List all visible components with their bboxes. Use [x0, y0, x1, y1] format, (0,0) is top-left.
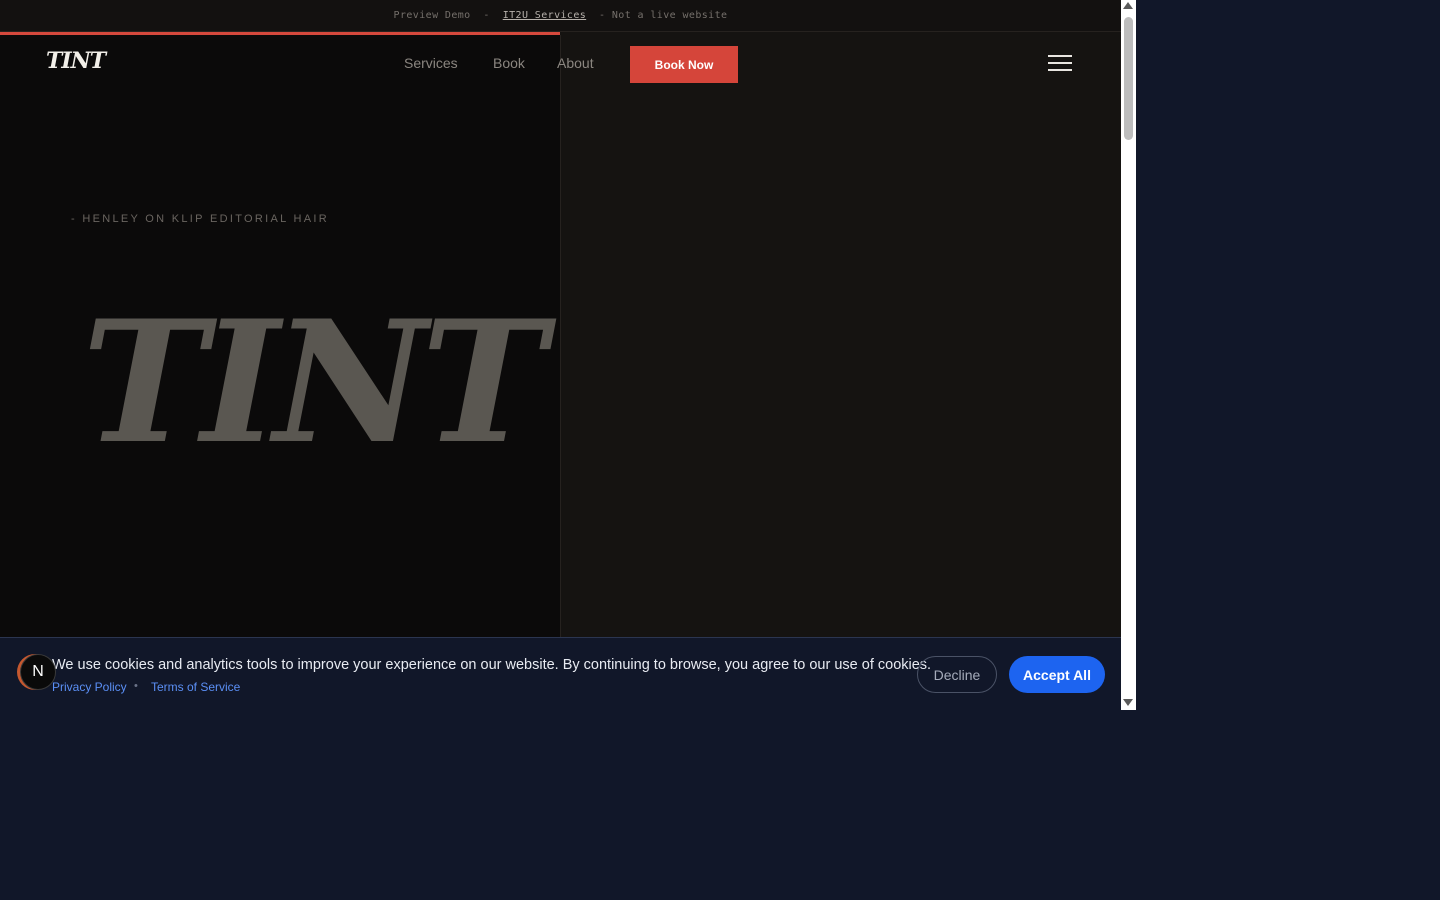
it2u-services-link[interactable]: IT2U Services	[503, 10, 586, 21]
nav-services[interactable]: Services	[404, 55, 458, 71]
terms-of-service-link[interactable]: Terms of Service	[151, 680, 240, 694]
nav-book[interactable]: Book	[493, 55, 525, 71]
book-now-button[interactable]: Book Now	[630, 46, 738, 83]
hero-wordmark: TINT	[82, 283, 546, 481]
privacy-policy-link[interactable]: Privacy Policy	[52, 680, 127, 694]
cookie-message: We use cookies and analytics tools to im…	[52, 657, 932, 673]
scroll-down-arrow-icon[interactable]	[1123, 699, 1133, 706]
decline-button[interactable]: Decline	[917, 656, 997, 693]
cookie-banner: We use cookies and analytics tools to im…	[0, 637, 1121, 710]
hamburger-menu-icon[interactable]	[1048, 55, 1074, 73]
nav-about[interactable]: About	[557, 55, 594, 71]
scroll-thumb[interactable]	[1124, 17, 1133, 140]
accept-all-button[interactable]: Accept All	[1009, 656, 1105, 693]
preview-prefix: Preview Demo -	[393, 10, 503, 21]
nextjs-badge-icon[interactable]: N	[20, 654, 56, 690]
site-logo[interactable]: TINT	[46, 48, 106, 74]
page-viewport: Preview Demo - IT2U Services - Not a liv…	[0, 0, 1121, 710]
hero-right-panel	[561, 35, 1121, 637]
vertical-scrollbar[interactable]	[1121, 0, 1136, 710]
preview-banner: Preview Demo - IT2U Services - Not a liv…	[0, 0, 1121, 32]
hero-eyebrow: - HENLEY ON KLIP EDITORIAL HAIR	[71, 213, 329, 225]
preview-suffix: - Not a live website	[586, 10, 728, 21]
scroll-up-arrow-icon[interactable]	[1123, 2, 1133, 9]
link-separator: •	[134, 680, 138, 692]
